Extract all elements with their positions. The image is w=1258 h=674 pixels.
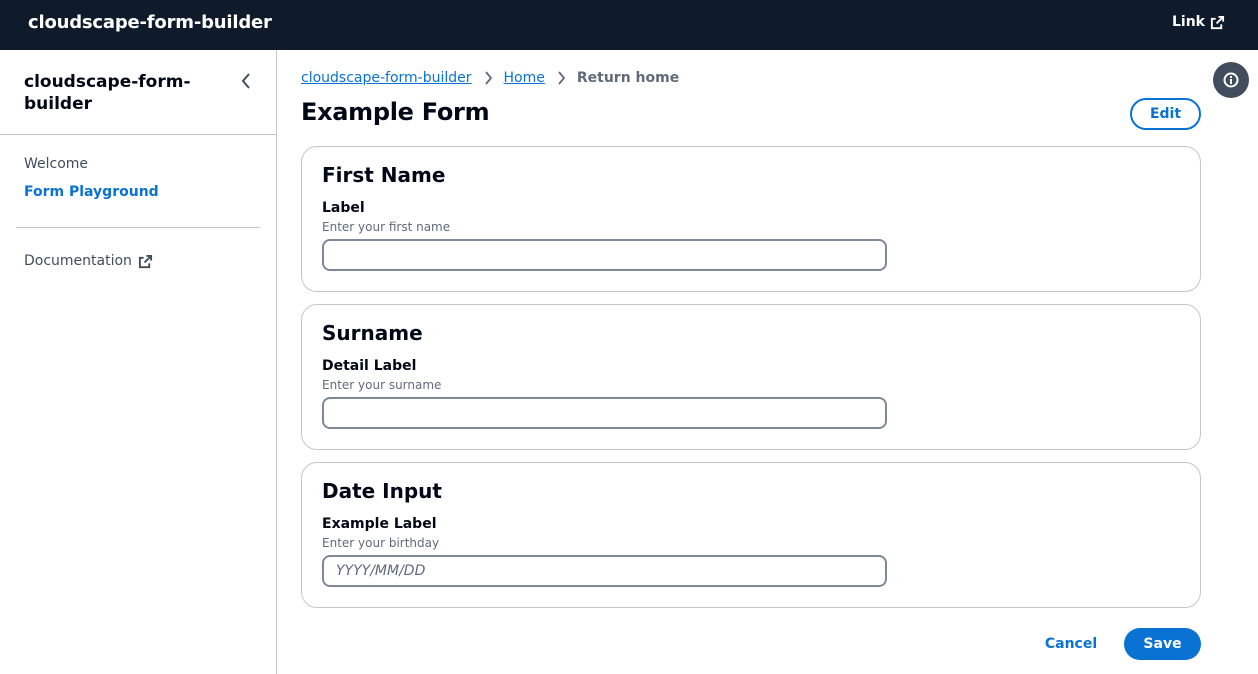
- section-title: Date Input: [322, 479, 442, 503]
- side-navigation: cloudscape-form-builder Welcome Form Pla…: [0, 50, 277, 674]
- divider: [0, 134, 276, 135]
- side-nav-header[interactable]: cloudscape-form-builder: [24, 71, 224, 115]
- info-icon: [1223, 72, 1239, 88]
- sidebar-item-welcome[interactable]: Welcome: [24, 156, 88, 172]
- divider: [16, 227, 260, 228]
- date-input[interactable]: [322, 555, 887, 587]
- breadcrumb: cloudscape-form-builder Home Return home: [301, 70, 679, 86]
- field-label: Label: [322, 200, 365, 216]
- save-button[interactable]: Save: [1124, 628, 1201, 660]
- breadcrumb-item[interactable]: cloudscape-form-builder: [301, 70, 472, 86]
- sidebar-item-documentation[interactable]: Documentation: [24, 253, 153, 269]
- top-nav-link-label: Link: [1172, 14, 1205, 30]
- field-label: Example Label: [322, 516, 437, 532]
- top-navigation: cloudscape-form-builder Link: [0, 0, 1258, 50]
- documentation-label: Documentation: [24, 253, 132, 269]
- form-section-first-name: First Name Label Enter your first name: [301, 146, 1201, 292]
- external-link-icon: [138, 254, 152, 268]
- field-description: Enter your surname: [322, 378, 442, 392]
- form-section-surname: Surname Detail Label Enter your surname: [301, 304, 1201, 450]
- breadcrumb-item[interactable]: Home: [504, 70, 545, 86]
- edit-button[interactable]: Edit: [1130, 98, 1201, 130]
- app-title[interactable]: cloudscape-form-builder: [28, 12, 272, 33]
- chevron-left-icon: [241, 73, 250, 89]
- field-description: Enter your first name: [322, 220, 451, 234]
- field-label: Detail Label: [322, 358, 417, 374]
- sidebar-item-form-playground[interactable]: Form Playground: [24, 184, 159, 200]
- cancel-button[interactable]: Cancel: [1038, 628, 1104, 660]
- form-section-date-input: Date Input Example Label Enter your birt…: [301, 462, 1201, 608]
- field-description: Enter your birthday: [322, 536, 440, 550]
- first-name-input[interactable]: [322, 239, 887, 271]
- section-title: Surname: [322, 321, 423, 345]
- section-title: First Name: [322, 163, 446, 187]
- surname-input[interactable]: [322, 397, 887, 429]
- collapse-sidebar-button[interactable]: [236, 70, 256, 92]
- info-button[interactable]: [1213, 62, 1249, 98]
- chevron-right-icon: [545, 71, 577, 85]
- page-title: Example Form: [301, 98, 490, 126]
- chevron-right-icon: [472, 71, 504, 85]
- top-nav-link[interactable]: Link: [1172, 14, 1225, 30]
- breadcrumb-current: Return home: [576, 70, 680, 86]
- external-link-icon: [1210, 15, 1225, 29]
